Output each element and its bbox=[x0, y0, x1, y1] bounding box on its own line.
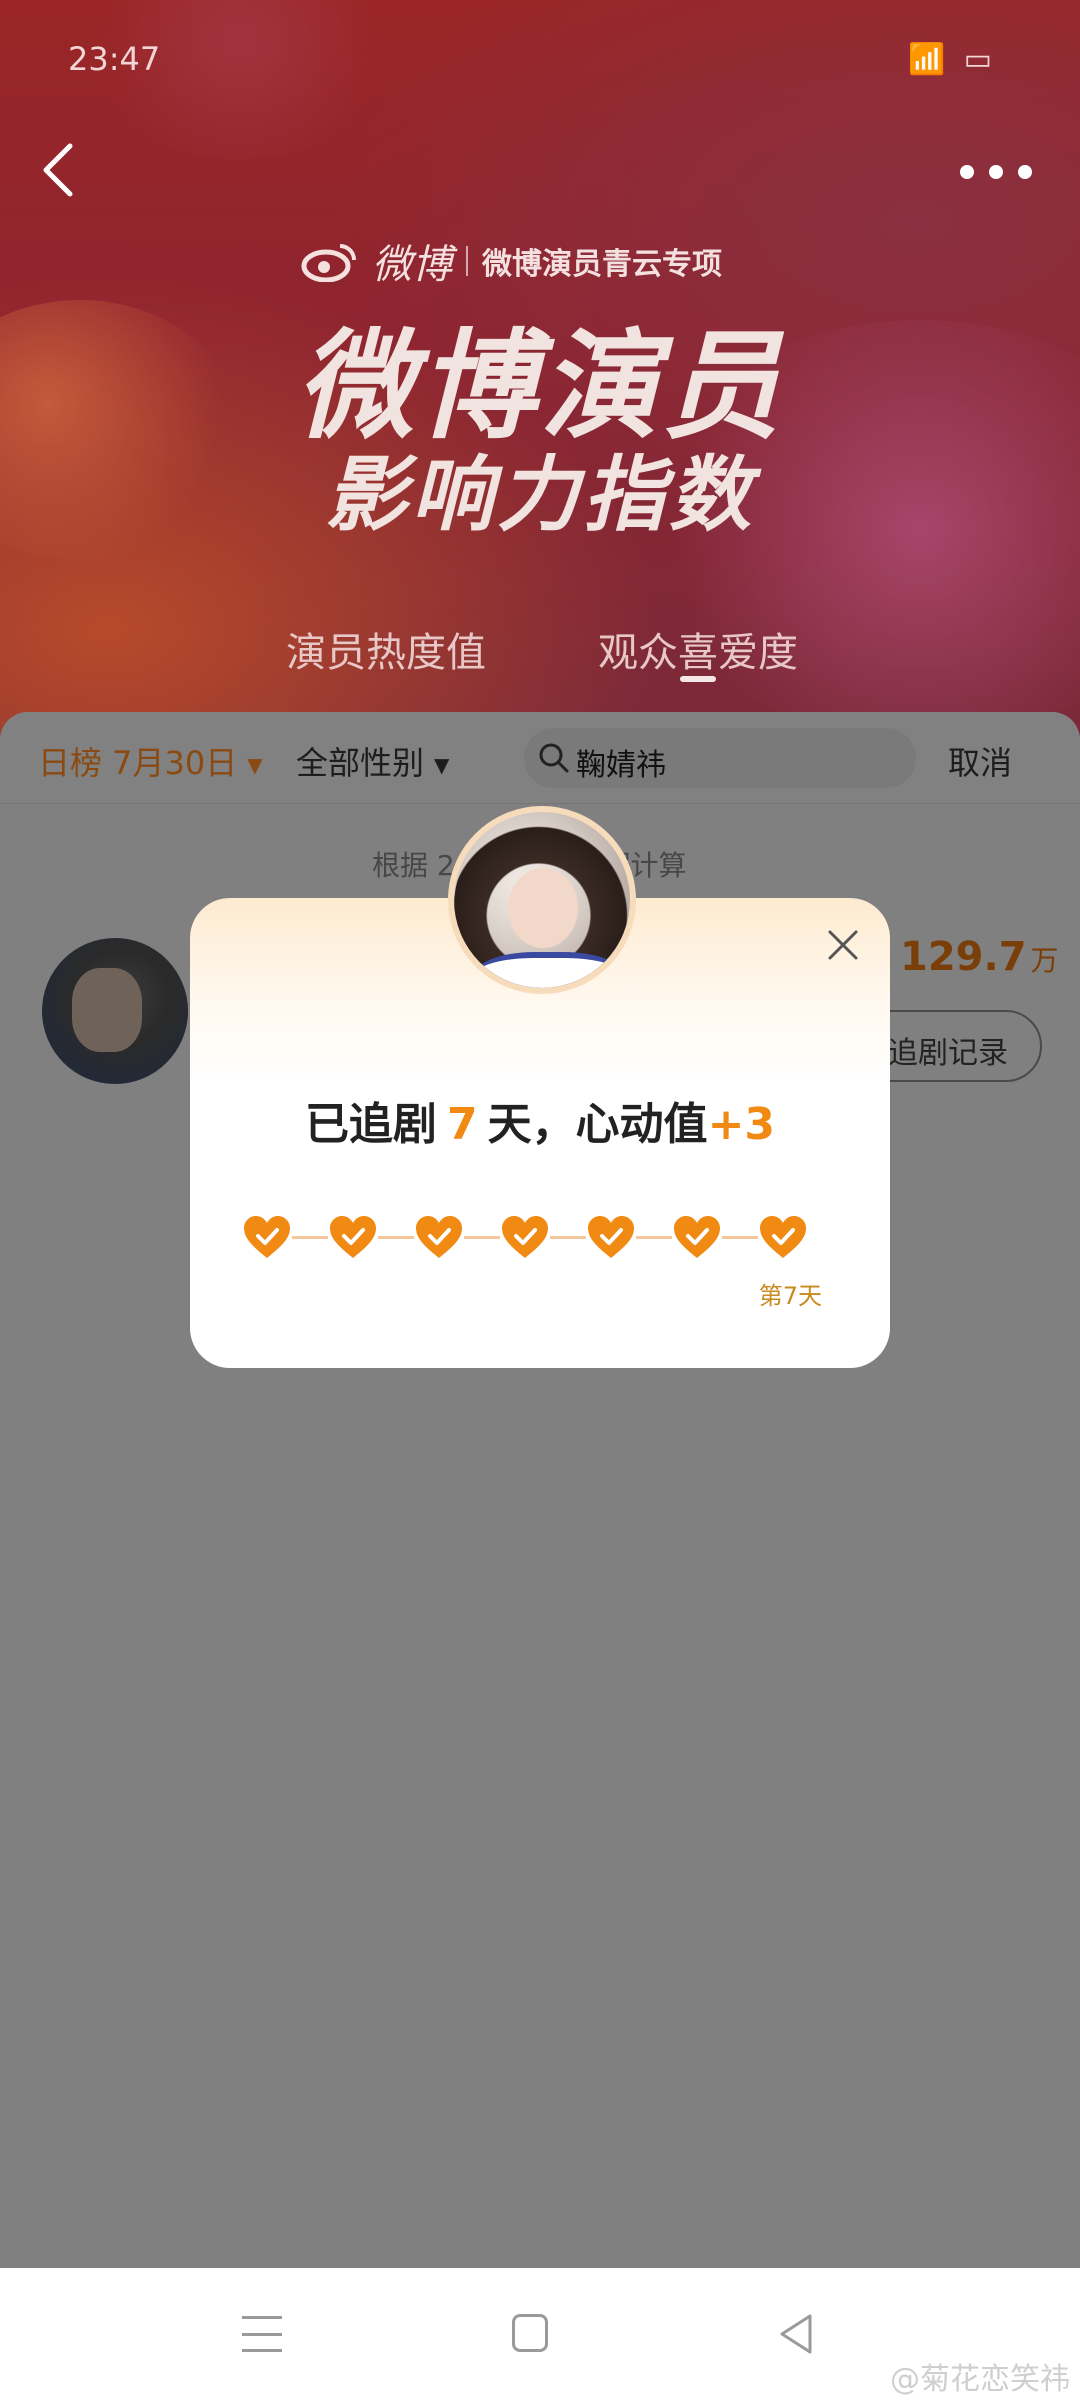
heart-check-icon bbox=[242, 1214, 292, 1260]
caret-down-icon: ▼ bbox=[434, 753, 450, 777]
date-filter[interactable]: 日榜 7月30日 ▼ bbox=[38, 738, 263, 784]
close-icon bbox=[828, 930, 858, 960]
score-unit: 万 bbox=[1030, 944, 1059, 977]
gender-filter-label: 全部性别 bbox=[296, 744, 425, 782]
home-icon[interactable] bbox=[512, 2314, 548, 2352]
heart-connector bbox=[722, 1235, 758, 1239]
back-triangle-icon[interactable] bbox=[776, 2312, 816, 2356]
tab-audience-love[interactable]: 观众喜爱度 bbox=[598, 620, 798, 678]
history-button-label: 追剧记录 bbox=[888, 1036, 1008, 1071]
more-dots-icon[interactable] bbox=[960, 160, 1032, 184]
heart-connector bbox=[378, 1235, 414, 1239]
heart-check-icon bbox=[500, 1214, 550, 1260]
heart-check-icon bbox=[672, 1214, 722, 1260]
hearts-row bbox=[242, 1212, 842, 1262]
watermark: @菊花恋笑祎 bbox=[890, 2362, 1070, 2397]
popup-title: 已追剧 7 天，心动值+3 bbox=[190, 1088, 890, 1152]
tab-bar: 演员热度值 观众喜爱度 bbox=[0, 620, 1080, 700]
search-icon bbox=[539, 743, 569, 773]
streak-days: 7 bbox=[446, 1099, 478, 1150]
heart-check-icon bbox=[586, 1214, 636, 1260]
heart-check-icon bbox=[758, 1214, 808, 1260]
hero-subtitle: 影响力指数 bbox=[325, 448, 755, 543]
back-arrow-icon bbox=[43, 143, 73, 197]
filter-bar: 日榜 7月30日 ▼ 全部性别 ▼ 鞠婧祎 取消 bbox=[0, 712, 1080, 804]
cancel-button[interactable]: 取消 bbox=[948, 738, 1012, 784]
brand-row: 微博 微博演员青云专项 bbox=[300, 232, 722, 290]
title-prefix: 已追剧 bbox=[304, 1099, 437, 1150]
weibo-logo-icon bbox=[301, 244, 356, 282]
heart-connector bbox=[464, 1235, 500, 1239]
date-filter-label: 日榜 7月30日 bbox=[38, 744, 238, 782]
heart-connector bbox=[550, 1235, 586, 1239]
heart-check-icon bbox=[414, 1214, 464, 1260]
day-label: 第7天 bbox=[758, 1282, 822, 1310]
brand-logo-text: 微博 bbox=[372, 242, 452, 288]
score-value: 129.7 bbox=[900, 934, 1027, 980]
title-mid: 天，心动值 bbox=[487, 1099, 708, 1150]
bonus-value: +3 bbox=[707, 1099, 776, 1150]
heart-connector bbox=[292, 1235, 328, 1239]
menu-icon[interactable] bbox=[242, 2316, 282, 2352]
battery-icon: ▭ bbox=[963, 42, 992, 77]
actor-avatar[interactable] bbox=[42, 938, 188, 1084]
close-button[interactable] bbox=[826, 928, 860, 962]
hero-header: 23:47 📶 ▭ 微博 微博演员青云专项 微博演员 影响力指数 演员热度值 观… bbox=[0, 0, 1080, 740]
brand-sub: 微博演员青云专项 bbox=[482, 247, 722, 282]
status-time: 23:47 bbox=[68, 40, 161, 78]
heart-check-icon bbox=[328, 1214, 378, 1260]
actor-score: 129.7 万 bbox=[900, 934, 1059, 980]
gender-filter[interactable]: 全部性别 ▼ bbox=[296, 738, 449, 784]
calc-note-head: 根据 2 bbox=[372, 849, 455, 882]
back-button[interactable] bbox=[36, 140, 80, 200]
popup-avatar bbox=[448, 806, 636, 994]
status-bar: 23:47 📶 ▭ bbox=[0, 0, 1080, 120]
search-input[interactable]: 鞠婧祎 bbox=[524, 728, 916, 788]
status-icons: 📶 ▭ bbox=[908, 42, 992, 77]
tab-actor-heat[interactable]: 演员热度值 bbox=[286, 620, 486, 678]
signal-icon: 📶 bbox=[908, 42, 946, 77]
active-tab-indicator bbox=[680, 676, 716, 682]
search-value: 鞠婧祎 bbox=[576, 748, 666, 783]
heart-connector bbox=[636, 1235, 672, 1239]
brand-divider bbox=[466, 246, 468, 276]
streak-popup: 已追剧 7 天，心动值+3 第7天 bbox=[190, 806, 890, 1368]
caret-down-icon: ▼ bbox=[247, 753, 263, 777]
